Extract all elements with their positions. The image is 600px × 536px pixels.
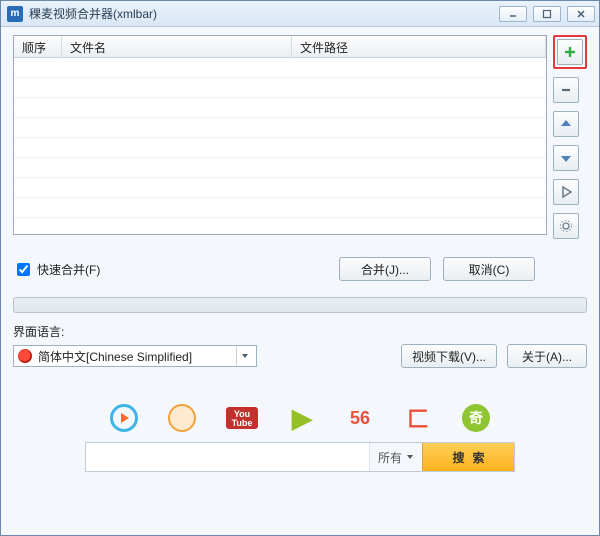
- cancel-button[interactable]: 取消(C): [443, 257, 535, 281]
- video-download-button[interactable]: 视频下载(V)...: [401, 344, 497, 368]
- chevron-down-icon: [236, 346, 252, 366]
- table-row[interactable]: [14, 78, 546, 98]
- titlebar: m 稞麦视频合并器(xmlbar): [1, 1, 599, 27]
- col-filename[interactable]: 文件名: [62, 36, 292, 57]
- brand-play-icon[interactable]: [110, 404, 138, 432]
- add-button-highlight: [553, 35, 587, 69]
- brand-row: You Tube ▶ 56 匚 奇: [110, 404, 490, 432]
- language-combo[interactable]: 简体中文[Chinese Simplified]: [13, 345, 257, 367]
- search-input[interactable]: [86, 443, 369, 471]
- app-icon: m: [7, 6, 23, 22]
- add-file-button[interactable]: [557, 39, 583, 65]
- file-list-area: 顺序 文件名 文件路径: [13, 35, 587, 239]
- table-row[interactable]: [14, 118, 546, 138]
- fast-merge-checkbox[interactable]: 快速合并(F): [13, 260, 100, 279]
- close-button[interactable]: [567, 6, 595, 22]
- brand-qiyi-icon[interactable]: 奇: [462, 404, 490, 432]
- search-filter[interactable]: 所有: [369, 443, 422, 471]
- brand-c-icon[interactable]: 匚: [404, 404, 432, 432]
- search-bar: 所有 搜索: [85, 442, 515, 472]
- fast-merge-input[interactable]: [17, 263, 30, 276]
- grid-body[interactable]: [14, 58, 546, 234]
- settings-button[interactable]: [553, 213, 579, 239]
- language-row: 简体中文[Chinese Simplified] 视频下载(V)... 关于(A…: [13, 344, 587, 368]
- app-window: m 稞麦视频合并器(xmlbar) 顺序 文件名 文件路径: [0, 0, 600, 536]
- table-row[interactable]: [14, 58, 546, 78]
- table-row[interactable]: [14, 98, 546, 118]
- flag-icon: [18, 349, 32, 363]
- side-toolbar: [553, 35, 587, 239]
- client-area: 顺序 文件名 文件路径: [1, 27, 599, 535]
- table-row[interactable]: [14, 178, 546, 198]
- brand-youtube-icon[interactable]: You Tube: [226, 407, 258, 429]
- table-row[interactable]: [14, 198, 546, 218]
- progress-bar: [13, 297, 587, 313]
- window-title: 稞麦视频合并器(xmlbar): [29, 5, 499, 22]
- window-controls: [499, 6, 595, 22]
- merge-button[interactable]: 合并(J)...: [339, 257, 431, 281]
- brand-56-icon[interactable]: 56: [346, 404, 374, 432]
- grid-header: 顺序 文件名 文件路径: [14, 36, 546, 58]
- minimize-button[interactable]: [499, 6, 527, 22]
- file-grid[interactable]: 顺序 文件名 文件路径: [13, 35, 547, 235]
- chevron-down-icon: [406, 453, 414, 461]
- language-label: 界面语言:: [13, 323, 587, 340]
- brand-face-icon[interactable]: [168, 404, 196, 432]
- col-order[interactable]: 顺序: [14, 36, 62, 57]
- brand-arrow-icon[interactable]: ▶: [288, 404, 316, 432]
- fast-merge-label: 快速合并(F): [37, 261, 100, 278]
- col-filepath[interactable]: 文件路径: [292, 36, 546, 57]
- search-filter-label: 所有: [378, 449, 402, 466]
- move-down-button[interactable]: [553, 145, 579, 171]
- maximize-button[interactable]: [533, 6, 561, 22]
- table-row[interactable]: [14, 158, 546, 178]
- merge-controls: 快速合并(F) 合并(J)... 取消(C): [13, 257, 587, 281]
- remove-file-button[interactable]: [553, 77, 579, 103]
- promo-area: You Tube ▶ 56 匚 奇 所有 搜索: [13, 404, 587, 472]
- play-preview-button[interactable]: [553, 179, 579, 205]
- language-selected: 简体中文[Chinese Simplified]: [38, 348, 192, 365]
- table-row[interactable]: [14, 138, 546, 158]
- move-up-button[interactable]: [553, 111, 579, 137]
- search-button[interactable]: 搜索: [422, 443, 514, 471]
- about-button[interactable]: 关于(A)...: [507, 344, 587, 368]
